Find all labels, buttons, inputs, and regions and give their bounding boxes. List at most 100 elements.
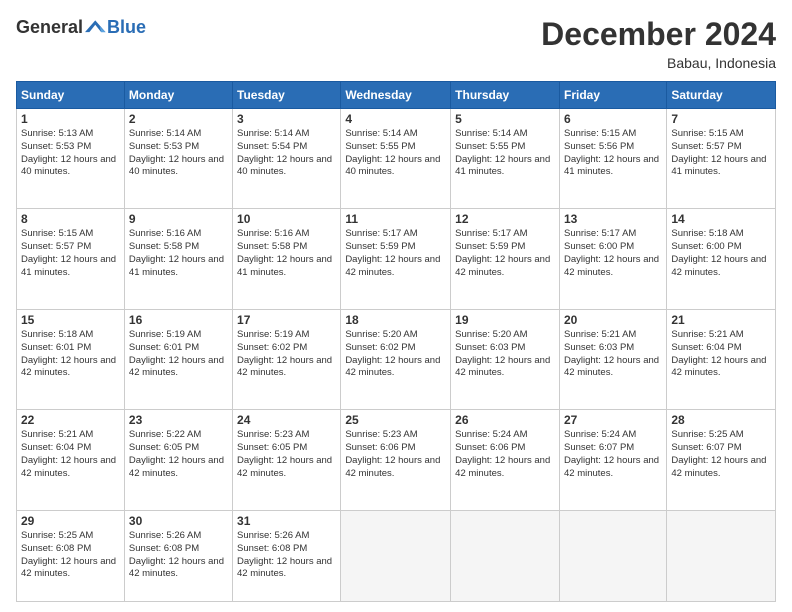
day-info: Sunrise: 5:16 AM Sunset: 5:58 PM Dayligh…	[237, 228, 336, 279]
day-info: Sunrise: 5:15 AM Sunset: 5:57 PM Dayligh…	[21, 228, 120, 279]
table-row	[559, 510, 666, 601]
day-number: 17	[237, 313, 336, 327]
table-row: 2Sunrise: 5:14 AM Sunset: 5:53 PM Daylig…	[124, 109, 232, 209]
day-number: 4	[345, 112, 446, 126]
table-row: 23 Sunrise: 5:22 AM Sunset: 6:05 PM Dayli…	[124, 410, 232, 510]
day-info: Sunrise: 5:26 AM Sunset: 6:08 PM Dayligh…	[237, 530, 336, 581]
table-row: 11 Sunrise: 5:17 AM Sunset: 5:59 PM Dayli…	[341, 209, 451, 309]
table-row: 26Sunrise: 5:24 AM Sunset: 6:06 PM Dayli…	[451, 410, 560, 510]
table-row: 25 Sunrise: 5:23 AM Sunset: 6:06 PM Dayli…	[341, 410, 451, 510]
day-number: 23	[129, 413, 228, 427]
table-row: 5 Sunrise: 5:14 AM Sunset: 5:55 PM Daylig…	[451, 109, 560, 209]
table-row: 15Sunrise: 5:18 AM Sunset: 6:01 PM Dayli…	[17, 309, 125, 409]
day-number: 14	[671, 212, 771, 226]
title-block: December 2024 Babau, Indonesia	[541, 16, 776, 71]
table-row: 14 Sunrise: 5:18 AM Sunset: 6:00 PM Dayli…	[667, 209, 776, 309]
table-row: 28 Sunrise: 5:25 AM Sunset: 6:07 PM Dayli…	[667, 410, 776, 510]
day-number: 28	[671, 413, 771, 427]
table-row: 7 Sunrise: 5:15 AM Sunset: 5:57 PM Daylig…	[667, 109, 776, 209]
col-wednesday: Wednesday	[341, 82, 451, 109]
calendar-week-row: 15Sunrise: 5:18 AM Sunset: 6:01 PM Dayli…	[17, 309, 776, 409]
table-row	[451, 510, 560, 601]
logo-icon	[85, 16, 107, 38]
logo-text: General Blue	[16, 16, 146, 38]
day-info: Sunrise: 5:21 AM Sunset: 6:04 PM Dayligh…	[671, 329, 771, 380]
table-row: 10Sunrise: 5:16 AM Sunset: 5:58 PM Dayli…	[233, 209, 341, 309]
table-row: 6Sunrise: 5:15 AM Sunset: 5:56 PM Daylig…	[559, 109, 666, 209]
day-number: 1	[21, 112, 120, 126]
page: General Blue December 2024 Babau, Indone…	[0, 0, 792, 612]
calendar-week-row: 29 Sunrise: 5:25 AM Sunset: 6:08 PM Dayli…	[17, 510, 776, 601]
calendar-table: Sunday Monday Tuesday Wednesday Thursday…	[16, 81, 776, 602]
table-row: 18 Sunrise: 5:20 AM Sunset: 6:02 PM Dayli…	[341, 309, 451, 409]
day-info: Sunrise: 5:18 AM Sunset: 6:00 PM Dayligh…	[671, 228, 771, 279]
day-info: Sunrise: 5:17 AM Sunset: 6:00 PM Dayligh…	[564, 228, 662, 279]
day-info: Sunrise: 5:24 AM Sunset: 6:06 PM Dayligh…	[455, 429, 555, 480]
day-info: Sunrise: 5:13 AM Sunset: 5:53 PM Dayligh…	[21, 128, 120, 179]
logo-general: General	[16, 17, 83, 38]
day-number: 11	[345, 212, 446, 226]
table-row: 17 Sunrise: 5:19 AM Sunset: 6:02 PM Dayli…	[233, 309, 341, 409]
logo: General Blue	[16, 16, 146, 38]
table-row: 31Sunrise: 5:26 AM Sunset: 6:08 PM Dayli…	[233, 510, 341, 601]
day-info: Sunrise: 5:26 AM Sunset: 6:08 PM Dayligh…	[129, 530, 228, 581]
location: Babau, Indonesia	[541, 55, 776, 71]
table-row: 27Sunrise: 5:24 AM Sunset: 6:07 PM Dayli…	[559, 410, 666, 510]
day-info: Sunrise: 5:14 AM Sunset: 5:54 PM Dayligh…	[237, 128, 336, 179]
day-info: Sunrise: 5:22 AM Sunset: 6:05 PM Dayligh…	[129, 429, 228, 480]
day-info: Sunrise: 5:14 AM Sunset: 5:53 PM Dayligh…	[129, 128, 228, 179]
day-info: Sunrise: 5:15 AM Sunset: 5:57 PM Dayligh…	[671, 128, 771, 179]
col-monday: Monday	[124, 82, 232, 109]
day-info: Sunrise: 5:20 AM Sunset: 6:02 PM Dayligh…	[345, 329, 446, 380]
day-number: 6	[564, 112, 662, 126]
day-number: 5	[455, 112, 555, 126]
day-number: 25	[345, 413, 446, 427]
day-info: Sunrise: 5:14 AM Sunset: 5:55 PM Dayligh…	[455, 128, 555, 179]
day-info: Sunrise: 5:17 AM Sunset: 5:59 PM Dayligh…	[345, 228, 446, 279]
table-row: 24Sunrise: 5:23 AM Sunset: 6:05 PM Dayli…	[233, 410, 341, 510]
day-info: Sunrise: 5:21 AM Sunset: 6:03 PM Dayligh…	[564, 329, 662, 380]
calendar-week-row: 22Sunrise: 5:21 AM Sunset: 6:04 PM Dayli…	[17, 410, 776, 510]
table-row: 20Sunrise: 5:21 AM Sunset: 6:03 PM Dayli…	[559, 309, 666, 409]
day-info: Sunrise: 5:25 AM Sunset: 6:07 PM Dayligh…	[671, 429, 771, 480]
day-number: 18	[345, 313, 446, 327]
day-info: Sunrise: 5:14 AM Sunset: 5:55 PM Dayligh…	[345, 128, 446, 179]
day-number: 21	[671, 313, 771, 327]
day-info: Sunrise: 5:23 AM Sunset: 6:06 PM Dayligh…	[345, 429, 446, 480]
table-row: 1 Sunrise: 5:13 AM Sunset: 5:53 PM Daylig…	[17, 109, 125, 209]
day-info: Sunrise: 5:18 AM Sunset: 6:01 PM Dayligh…	[21, 329, 120, 380]
day-info: Sunrise: 5:25 AM Sunset: 6:08 PM Dayligh…	[21, 530, 120, 581]
table-row: 16Sunrise: 5:19 AM Sunset: 6:01 PM Dayli…	[124, 309, 232, 409]
month-title: December 2024	[541, 16, 776, 53]
table-row: 8Sunrise: 5:15 AM Sunset: 5:57 PM Daylig…	[17, 209, 125, 309]
col-tuesday: Tuesday	[233, 82, 341, 109]
table-row: 4 Sunrise: 5:14 AM Sunset: 5:55 PM Daylig…	[341, 109, 451, 209]
day-number: 29	[21, 514, 120, 528]
day-number: 19	[455, 313, 555, 327]
day-info: Sunrise: 5:19 AM Sunset: 6:02 PM Dayligh…	[237, 329, 336, 380]
day-number: 12	[455, 212, 555, 226]
col-saturday: Saturday	[667, 82, 776, 109]
calendar-header-row: Sunday Monday Tuesday Wednesday Thursday…	[17, 82, 776, 109]
calendar-week-row: 1 Sunrise: 5:13 AM Sunset: 5:53 PM Daylig…	[17, 109, 776, 209]
day-number: 30	[129, 514, 228, 528]
day-info: Sunrise: 5:20 AM Sunset: 6:03 PM Dayligh…	[455, 329, 555, 380]
table-row: 3Sunrise: 5:14 AM Sunset: 5:54 PM Daylig…	[233, 109, 341, 209]
day-number: 16	[129, 313, 228, 327]
table-row: 21 Sunrise: 5:21 AM Sunset: 6:04 PM Dayli…	[667, 309, 776, 409]
table-row: 13Sunrise: 5:17 AM Sunset: 6:00 PM Dayli…	[559, 209, 666, 309]
day-number: 9	[129, 212, 228, 226]
logo-blue: Blue	[107, 17, 146, 38]
day-number: 27	[564, 413, 662, 427]
table-row: 30 Sunrise: 5:26 AM Sunset: 6:08 PM Dayli…	[124, 510, 232, 601]
table-row: 29 Sunrise: 5:25 AM Sunset: 6:08 PM Dayli…	[17, 510, 125, 601]
header: General Blue December 2024 Babau, Indone…	[16, 16, 776, 71]
table-row	[341, 510, 451, 601]
table-row: 19 Sunrise: 5:20 AM Sunset: 6:03 PM Dayli…	[451, 309, 560, 409]
table-row: 12 Sunrise: 5:17 AM Sunset: 5:59 PM Dayli…	[451, 209, 560, 309]
day-info: Sunrise: 5:16 AM Sunset: 5:58 PM Dayligh…	[129, 228, 228, 279]
table-row: 9 Sunrise: 5:16 AM Sunset: 5:58 PM Daylig…	[124, 209, 232, 309]
day-number: 7	[671, 112, 771, 126]
day-info: Sunrise: 5:17 AM Sunset: 5:59 PM Dayligh…	[455, 228, 555, 279]
day-number: 22	[21, 413, 120, 427]
